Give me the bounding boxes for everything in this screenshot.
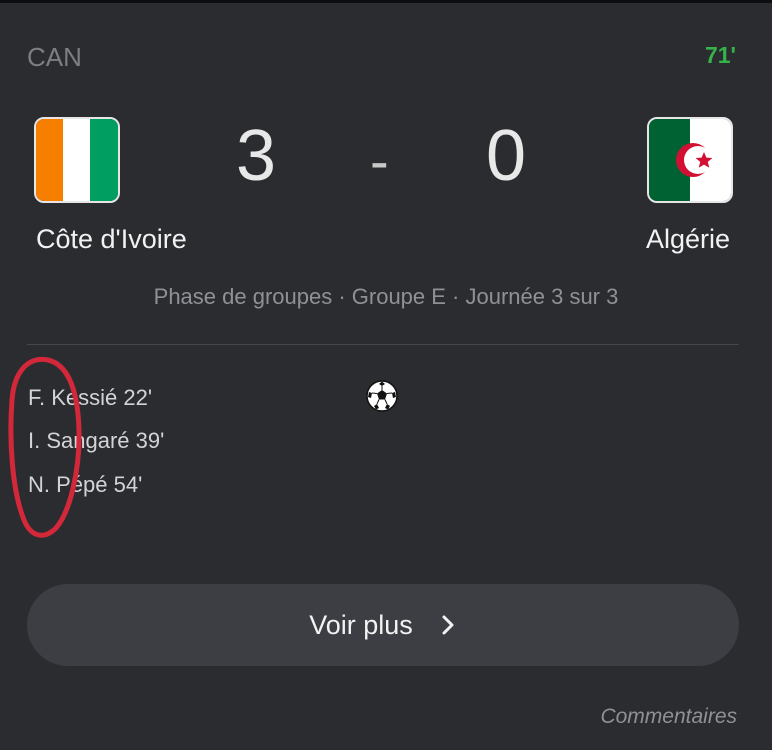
scorer-item: I. Sangaré 39' [28,428,165,453]
match-phase: Phase de groupes · Groupe E · Journée 3 … [153,284,619,309]
competition-label: CAN [27,42,82,72]
flag-algeria-icon [647,117,733,203]
see-more-label: Voir plus [309,609,413,640]
soccer-ball-icon [366,380,398,412]
away-team-name[interactable]: Algérie [646,224,730,255]
chevron-right-icon [439,613,457,637]
divider [27,344,739,345]
match-card[interactable]: CAN 71' 3 - 0 Côte d'Ivoire Algérie Phas… [0,0,772,750]
score-separator: - [370,129,389,192]
flag-cote-divoire-icon [34,117,120,203]
top-border [0,0,772,3]
home-score: 3 [236,116,277,196]
live-minute: 71' [704,42,736,68]
comments-link[interactable]: Commentaires [600,705,737,729]
scorer-item: F. Kessié 22' [28,385,153,410]
see-more-button[interactable]: Voir plus [27,584,739,666]
away-score: 0 [486,116,527,196]
scorer-item: N. Pépé 54' [28,472,143,497]
home-team-name[interactable]: Côte d'Ivoire [36,224,187,255]
